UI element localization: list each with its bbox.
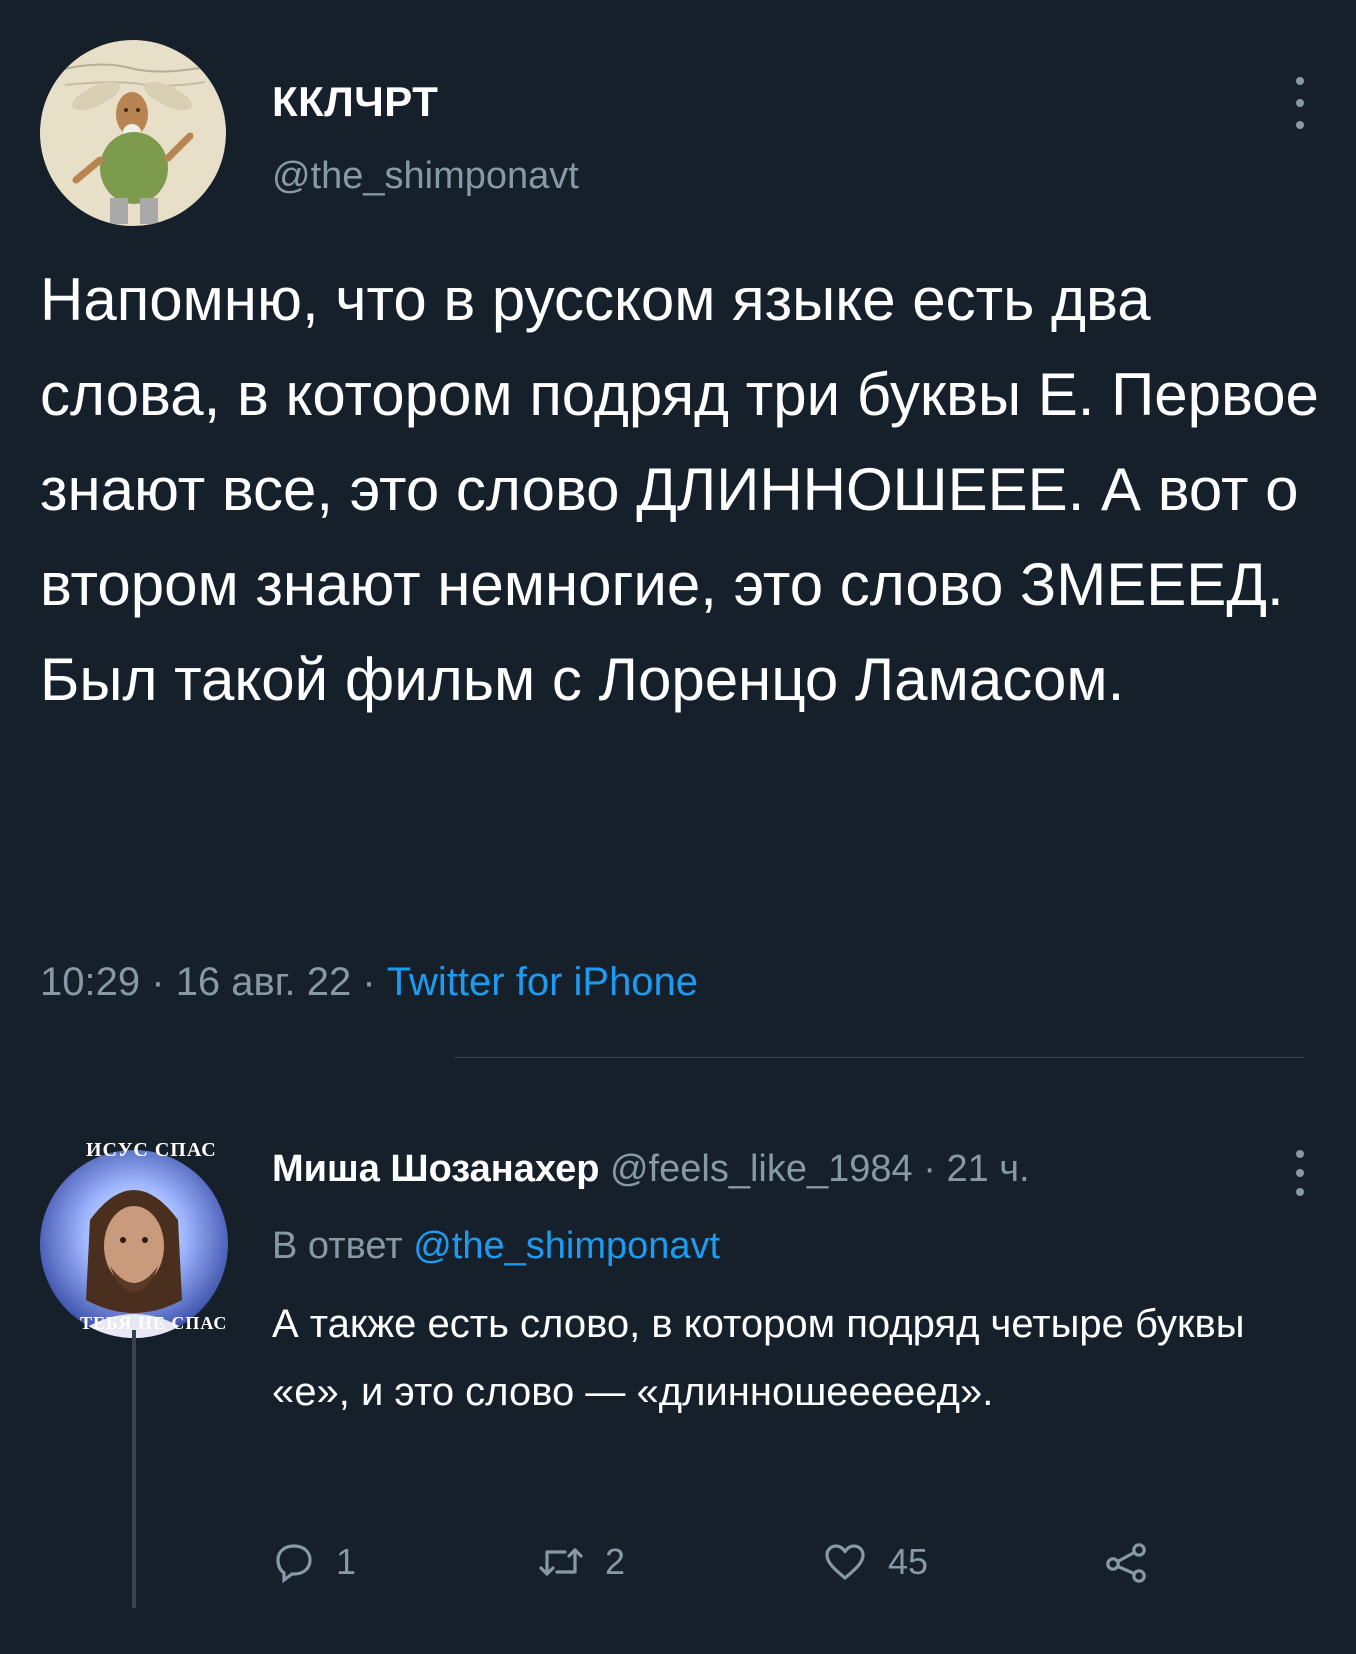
avatar-caption-top: ИСУС СПАС — [86, 1139, 217, 1161]
meta-separator: · — [151, 960, 165, 1004]
tweet-date[interactable]: 16 авг. 22 — [176, 960, 352, 1004]
reply-age[interactable]: 21 ч. — [946, 1148, 1029, 1190]
reply-prefix: В ответ — [272, 1225, 403, 1267]
more-vertical-icon[interactable] — [1290, 77, 1310, 129]
thread-line — [132, 1330, 136, 1608]
tweet-text: Напомню, что в русском языке есть два сл… — [40, 266, 1319, 713]
reply-text: А также есть слово, в котором подряд чет… — [272, 1302, 1245, 1414]
reply-to-link[interactable]: @the_shimponavt — [413, 1225, 720, 1267]
reply-count: 1 — [336, 1541, 357, 1582]
meta-separator: · — [923, 1148, 936, 1190]
divider — [454, 1057, 1304, 1058]
heart-icon — [825, 1544, 865, 1580]
like-action[interactable]: 45 — [820, 1534, 928, 1590]
reply-author-handle[interactable]: @feels_like_1984 — [610, 1148, 913, 1190]
avatar-reply[interactable] — [40, 1150, 228, 1338]
avatar-main-image — [40, 40, 226, 226]
avatar-reply-image — [40, 1150, 228, 1338]
reply-action[interactable]: 1 — [270, 1534, 356, 1590]
retweet-icon — [539, 1548, 583, 1576]
comment-icon — [276, 1544, 312, 1584]
tweet-source-link[interactable]: Twitter for iPhone — [387, 960, 698, 1004]
tweet-meta: 10:29 · 16 авг. 22 · Twitter for iPhone — [40, 960, 698, 1005]
author-handle[interactable]: @the_shimponavt — [272, 155, 579, 198]
meta-separator: · — [362, 960, 376, 1004]
reply-author-name[interactable]: Миша Шозанахер — [272, 1148, 599, 1190]
share-action[interactable] — [1102, 1534, 1152, 1590]
author-name[interactable]: ККЛЧРТ — [272, 78, 438, 126]
avatar-main[interactable] — [40, 40, 226, 226]
more-vertical-icon[interactable] — [1290, 1150, 1310, 1196]
tweet-time[interactable]: 10:29 — [40, 960, 140, 1004]
retweet-action[interactable]: 2 — [535, 1534, 625, 1590]
reply-header: Миша Шозанахер @feels_like_1984 · 21 ч. — [272, 1148, 1030, 1191]
retweet-count: 2 — [605, 1541, 626, 1582]
avatar-caption-bottom: ТЕБЯ НЕ СПАС — [80, 1313, 228, 1333]
share-icon — [1106, 1543, 1146, 1583]
reply-context: В ответ @the_shimponavt — [272, 1225, 720, 1268]
like-count: 45 — [888, 1541, 929, 1582]
